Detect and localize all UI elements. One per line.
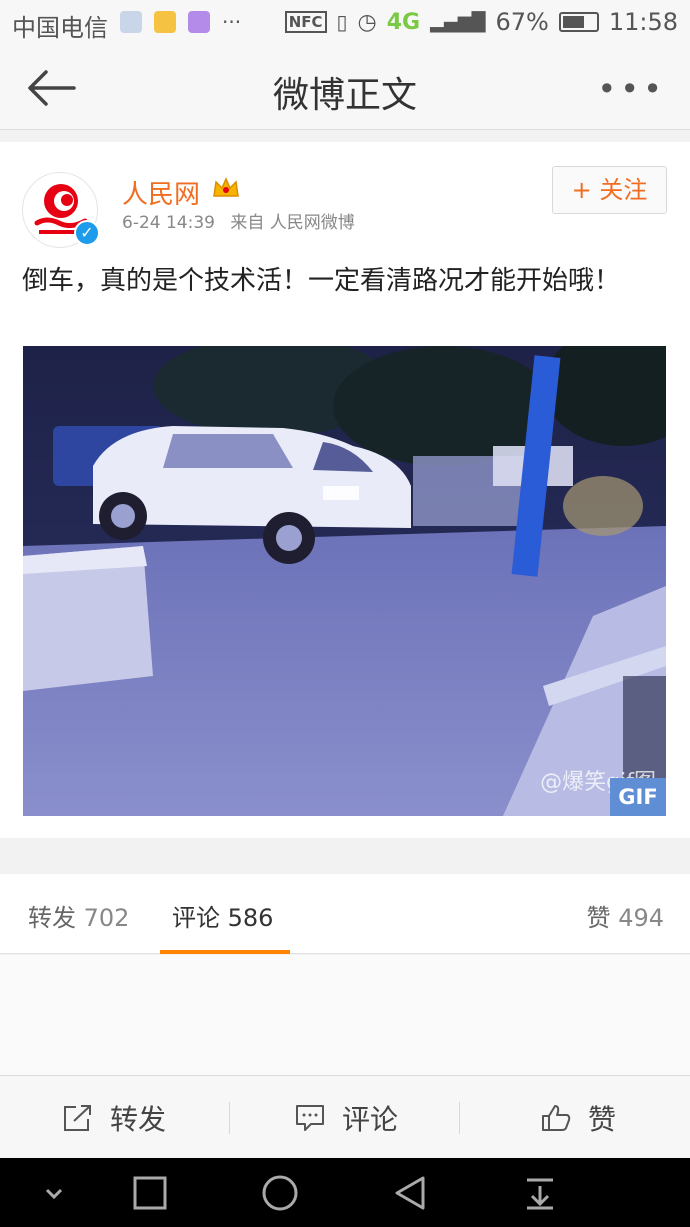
wifi-app-icon [154,11,176,33]
recent-apps-icon[interactable] [129,1172,171,1214]
action-divider [459,1102,460,1134]
notification-app-icon [120,11,142,33]
battery-icon [558,12,599,32]
post-card: ✓ 人民网 6-24 14:39 来自 人民网微博 + 关注 倒车，真的是个技术… [0,142,690,838]
carrier-name: 中国电信 [12,14,108,42]
tab-count: 586 [227,904,274,932]
tab-comments[interactable]: 评论 586 [172,898,273,933]
notification-icons: ··· [120,10,241,34]
notification-shade-icon[interactable] [519,1172,561,1214]
repost-label: 转发 [110,1102,167,1136]
gif-badge: GIF [610,778,666,816]
comment-icon [296,1104,324,1131]
tab-likes[interactable]: 赞 494 [587,898,664,933]
tab-reposts[interactable]: 转发 702 [28,898,129,933]
back-nav-icon[interactable] [389,1172,431,1214]
page-title: 微博正文 [272,75,417,116]
tab-count: 702 [83,904,130,932]
more-options-button[interactable]: ••• [597,70,666,108]
nfc-icon: NFC [284,11,327,33]
vibrate-icon: ▯ [336,10,348,34]
repost-icon [64,1104,91,1131]
signal-icon: ▂▄▆█ [430,11,486,33]
network-type: 4G [386,9,421,35]
chevron-down-icon[interactable] [33,1172,75,1214]
repost-button[interactable]: 转发 [62,1076,166,1159]
verified-badge-icon: ✓ [74,220,100,246]
clock: 11:58 [608,8,678,36]
home-icon[interactable] [259,1172,301,1214]
crown-badge-icon [213,177,239,197]
post-meta: 6-24 14:39 来自 人民网微博 [122,208,355,233]
follow-button[interactable]: + 关注 [552,166,667,214]
action-divider [229,1102,230,1134]
post-gif-image[interactable]: @爆笑gif图 GIF [23,346,666,816]
post-source: 来自 人民网微博 [230,213,355,233]
comment-button[interactable]: 评论 [294,1076,398,1159]
title-bar: 微博正文 ••• [0,48,690,130]
post-content: 倒车，真的是个技术活！一定看清路况才能开始哦！ [22,266,621,296]
gif-scene-illustration [23,346,666,816]
like-label: 赞 [588,1102,617,1136]
battery-percent: 67% [495,8,549,36]
more-notifications-icon: ··· [222,10,242,34]
like-button[interactable]: 赞 [540,1076,616,1159]
post-timestamp: 6-24 14:39 [122,213,215,233]
system-nav-bar [0,1158,690,1227]
tab-label: 赞 [586,904,611,932]
status-bar: 中国电信 ··· NFC ▯ ◷ 4G ▂▄▆█ 67% 11:58 [0,0,690,48]
post-tabs: 转发 702 评论 586 赞 494 [0,874,690,954]
tab-count: 494 [618,904,664,932]
active-tab-indicator [160,950,290,954]
username[interactable]: 人民网 [122,174,200,211]
gallery-app-icon [188,11,210,33]
tab-label: 转发 [28,904,76,932]
action-bar: 转发 评论 赞 [0,1075,690,1158]
like-icon [542,1104,571,1131]
alarm-icon: ◷ [357,9,377,35]
tab-label: 评论 [172,904,220,932]
comments-area [0,955,690,1075]
comment-label: 评论 [342,1102,399,1136]
status-right: NFC ▯ ◷ 4G ▂▄▆█ 67% 11:58 [284,8,678,36]
